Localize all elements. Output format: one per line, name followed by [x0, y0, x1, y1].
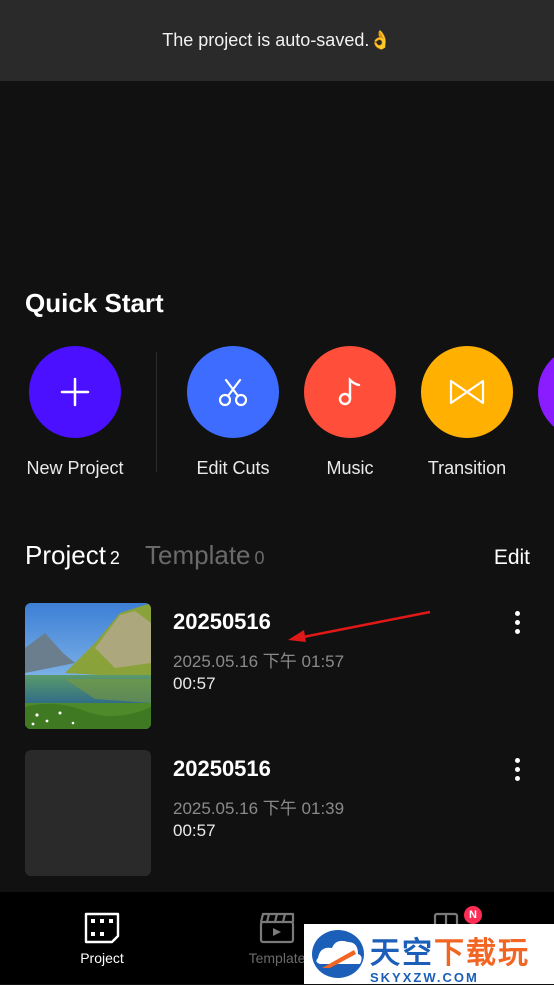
watermark-cn-2: 下载玩 [434, 937, 530, 970]
project-tabs: Project 2 Template 0 Edit [25, 540, 530, 580]
project-thumbnail[interactable] [25, 603, 151, 729]
scissors-icon [187, 346, 279, 438]
cloud-plane-icon [312, 930, 364, 978]
edit-button[interactable]: Edit [494, 546, 530, 570]
mountain-lake-thumbnail [25, 603, 151, 729]
project-name: 20250516 [173, 756, 271, 781]
project-item[interactable]: 20250516 2025.05.16 下午 01:39 00:57 [25, 750, 530, 876]
project-duration: 00:57 [173, 821, 216, 840]
project-thumbnail-blank[interactable] [25, 750, 151, 876]
quick-start-row: New Project Edit Cuts Music Transition [0, 346, 554, 496]
nav-project[interactable]: Project [42, 892, 162, 966]
new-project-label: New Project [26, 458, 124, 478]
project-item[interactable]: 20250516 2025.05.16 下午 01:57 00:57 [25, 603, 530, 729]
auto-save-toast: The project is auto-saved.👌 [0, 0, 554, 81]
new-badge: N [464, 906, 482, 924]
tab-template-count: 0 [254, 548, 265, 568]
nav-project-label: Project [80, 950, 124, 966]
quick-start-divider [156, 352, 157, 472]
annotation-arrow [288, 610, 431, 642]
tab-project-count: 2 [109, 548, 120, 568]
tab-project[interactable]: Project 2 [25, 540, 120, 571]
project-date: 2025.05.16 下午 01:39 [173, 799, 345, 818]
transition-button[interactable]: Transition [402, 346, 532, 479]
plus-icon [29, 346, 121, 438]
quick-start-title: Quick Start [25, 288, 164, 318]
music-note-icon [304, 346, 396, 438]
project-duration: 00:57 [173, 674, 216, 693]
project-date: 2025.05.16 下午 01:57 [173, 652, 345, 671]
tab-project-label: Project [25, 540, 106, 570]
film-frame-icon [82, 910, 122, 946]
project-name: 20250516 [173, 609, 271, 634]
music-button[interactable]: Music [285, 346, 415, 479]
edit-cuts-label: Edit Cuts [196, 458, 270, 478]
new-project-button[interactable]: New Project [10, 346, 140, 479]
more-options-icon[interactable] [512, 758, 522, 786]
more-options-icon[interactable] [512, 611, 522, 639]
tab-template[interactable]: Template 0 [145, 540, 265, 571]
more-quick-start-button[interactable] [519, 346, 554, 438]
music-label: Music [326, 458, 374, 478]
tab-template-label: Template [145, 540, 251, 570]
clapperboard-icon [257, 910, 297, 946]
watermark-cn-1: 天空 [370, 937, 434, 970]
transition-label: Transition [427, 458, 507, 478]
bowtie-transition-icon [421, 346, 513, 438]
partial-icon [538, 346, 554, 438]
toast-text: The project is auto-saved.👌 [162, 30, 392, 50]
edit-cuts-button[interactable]: Edit Cuts [168, 346, 298, 479]
watermark-en: SKYXZW.COM [370, 970, 479, 985]
watermark-logo: 天空下载玩 SKYXZW.COM [304, 924, 554, 985]
